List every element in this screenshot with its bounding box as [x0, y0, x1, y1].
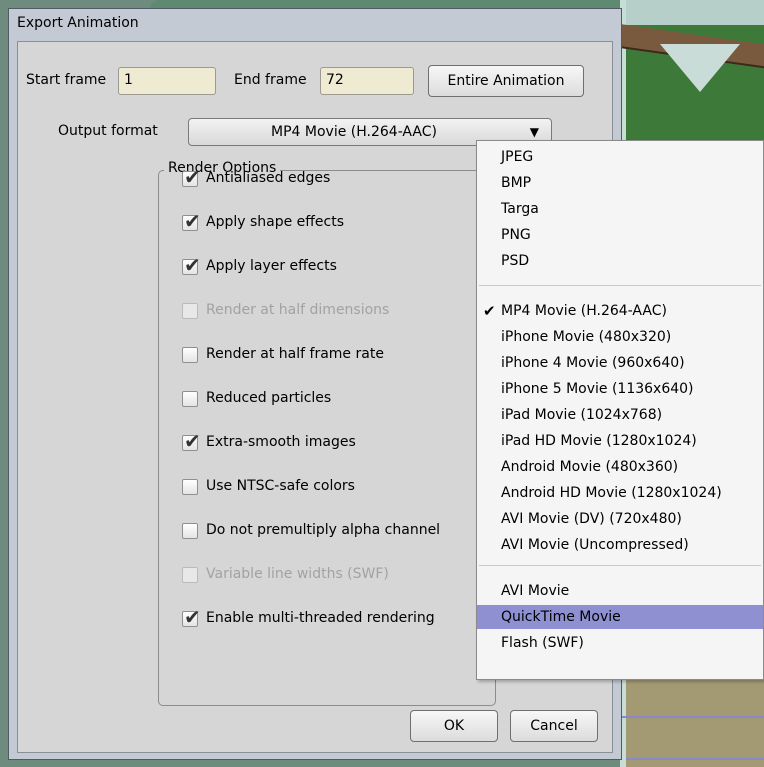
render-option-label: Reduced particles [206, 390, 332, 406]
dropdown-option-label: iPhone Movie (480x320) [501, 329, 672, 345]
checkbox[interactable] [182, 479, 198, 495]
output-format-dropdown-list: JPEG BMP Targa PNG PSD ✔ MP4 Movie (H.264-AAC)… [476, 140, 764, 680]
dropdown-option[interactable]: PNG [477, 223, 763, 247]
render-option-label: Apply layer effects [206, 258, 337, 274]
checkbox[interactable]: ✔ [182, 606, 201, 628]
dropdown-option[interactable]: PSD [477, 249, 763, 273]
dropdown-option-label: iPad Movie (1024x768) [501, 407, 663, 423]
bg-line [600, 716, 764, 718]
checkbox [182, 303, 198, 319]
title-bar[interactable]: Export Animation [9, 9, 621, 39]
ok-button[interactable]: OK [410, 710, 498, 742]
entire-animation-button[interactable]: Entire Animation [428, 65, 584, 97]
dropdown-option[interactable]: JPEG [477, 145, 763, 169]
dropdown-option-label: PNG [501, 227, 531, 243]
dropdown-option-label: Targa [501, 201, 539, 217]
checkmark-icon: ✔ [483, 302, 496, 320]
window-title: Export Animation [17, 15, 139, 31]
bg-triangle [660, 44, 740, 92]
dropdown-option[interactable]: ✔ MP4 Movie (H.264-AAC) [477, 299, 763, 323]
dropdown-option[interactable]: Flash (SWF) [477, 631, 763, 655]
render-option-label: Render at half frame rate [206, 346, 384, 362]
dropdown-option-label: iPhone 4 Movie (960x640) [501, 355, 685, 371]
dropdown-option[interactable]: AVI Movie (DV) (720x480) [477, 507, 763, 531]
render-option-label: Extra-smooth images [206, 434, 356, 450]
dropdown-option-label: iPad HD Movie (1280x1024) [501, 433, 697, 449]
render-option-label: Antialiased edges [206, 170, 331, 186]
dropdown-option-label: QuickTime Movie [501, 609, 621, 625]
dropdown-option[interactable]: Android Movie (480x360) [477, 455, 763, 479]
check-icon: ✔ [184, 253, 201, 277]
dropdown-option-label: MP4 Movie (H.264-AAC) [501, 303, 667, 319]
dropdown-option[interactable]: iPhone 5 Movie (1136x640) [477, 377, 763, 401]
dropdown-option[interactable]: iPad Movie (1024x768) [477, 403, 763, 427]
separator [479, 285, 761, 286]
checkbox[interactable]: ✔ [182, 254, 201, 276]
dropdown-option[interactable]: AVI Movie (Uncompressed) [477, 533, 763, 557]
output-format-value: MP4 Movie (H.264-AAC) [271, 124, 437, 140]
check-icon: ✔ [184, 165, 201, 189]
render-option-label: Enable multi-threaded rendering [206, 610, 435, 626]
dropdown-option-label: AVI Movie (DV) (720x480) [501, 511, 682, 527]
cancel-button[interactable]: Cancel [510, 710, 598, 742]
check-icon: ✔ [184, 605, 201, 629]
render-option-label: Render at half dimensions [206, 302, 390, 318]
start-frame-label: Start frame [26, 72, 107, 88]
dropdown-option[interactable]: AVI Movie [477, 579, 763, 603]
dropdown-option[interactable]: BMP [477, 171, 763, 195]
dropdown-option[interactable]: QuickTime Movie [477, 605, 763, 629]
check-icon: ✔ [184, 429, 201, 453]
checkbox[interactable]: ✔ [182, 210, 201, 232]
render-option-label: Use NTSC-safe colors [206, 478, 355, 494]
bg-ground [626, 680, 764, 767]
dropdown-option-label: iPhone 5 Movie (1136x640) [501, 381, 694, 397]
dropdown-option-label: AVI Movie [501, 583, 570, 599]
render-option-label: Variable line widths (SWF) [206, 566, 389, 582]
dropdown-option-label: Flash (SWF) [501, 635, 584, 651]
start-frame-input[interactable]: 1 [118, 67, 216, 95]
dropdown-option[interactable]: Targa [477, 197, 763, 221]
dropdown-option-label: AVI Movie (Uncompressed) [501, 537, 689, 553]
checkbox[interactable] [182, 523, 198, 539]
output-format-label: Output format [58, 123, 158, 139]
render-option-label: Apply shape effects [206, 214, 345, 230]
end-frame-input[interactable]: 72 [320, 67, 414, 95]
dropdown-option-label: Android HD Movie (1280x1024) [501, 485, 722, 501]
check-icon: ✔ [184, 209, 201, 233]
end-frame-label: End frame [234, 72, 307, 88]
dropdown-option[interactable]: iPhone Movie (480x320) [477, 325, 763, 349]
dropdown-option-label: PSD [501, 253, 530, 269]
checkbox[interactable] [182, 391, 198, 407]
checkbox [182, 567, 198, 583]
dropdown-option-label: JPEG [501, 149, 534, 165]
checkbox[interactable]: ✔ [182, 166, 201, 188]
dropdown-option[interactable]: iPad HD Movie (1280x1024) [477, 429, 763, 453]
checkbox[interactable] [182, 347, 198, 363]
dropdown-option[interactable]: iPhone 4 Movie (960x640) [477, 351, 763, 375]
bg-line [626, 758, 764, 760]
checkbox[interactable]: ✔ [182, 430, 201, 452]
render-option-label: Do not premultiply alpha channel [206, 522, 441, 538]
dropdown-option-label: BMP [501, 175, 532, 191]
dropdown-option[interactable]: Android HD Movie (1280x1024) [477, 481, 763, 505]
separator [479, 565, 761, 566]
dropdown-option-label: Android Movie (480x360) [501, 459, 679, 475]
